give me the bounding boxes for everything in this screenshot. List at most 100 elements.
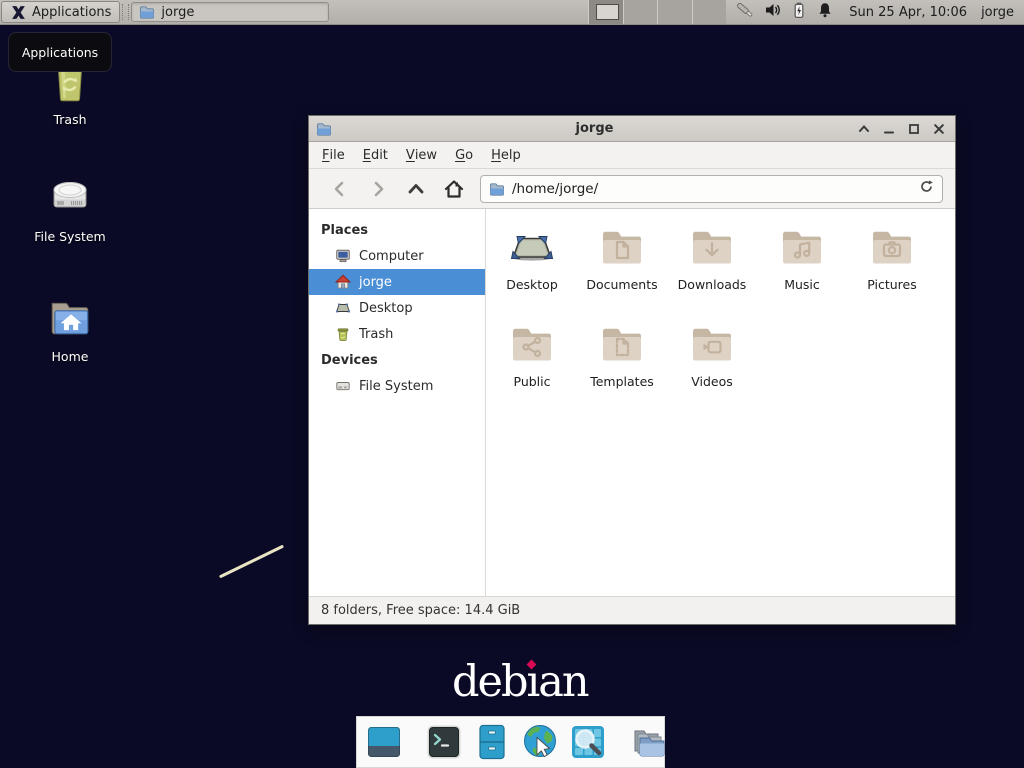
- file-item-documents[interactable]: Documents: [577, 221, 667, 318]
- statusbar: 8 folders, Free space: 14.4 GiB: [309, 596, 955, 624]
- toolbar: /home/jorge/: [309, 169, 955, 209]
- sidebar-item-label: Desktop: [359, 301, 413, 316]
- file-item-pictures[interactable]: Pictures: [847, 221, 937, 318]
- desktop[interactable]: Trash File System: [0, 0, 1024, 768]
- applications-menu-label: Applications: [32, 5, 111, 20]
- sidebar-item-label: Computer: [359, 249, 424, 264]
- file-item-templates[interactable]: Templates: [577, 318, 667, 415]
- app-finder-icon: [568, 722, 608, 762]
- folder-icon: [139, 4, 155, 20]
- file-item-label: Music: [784, 277, 820, 292]
- sidebar-item-file-system[interactable]: File System: [309, 373, 485, 399]
- home-button[interactable]: [435, 174, 473, 204]
- folder-music-icon: [778, 224, 826, 272]
- file-item-desktop[interactable]: Desktop: [487, 221, 577, 318]
- desktop-icon-label: Home: [52, 349, 89, 364]
- terminal-icon: [424, 722, 464, 762]
- sidebar-item-computer[interactable]: Computer: [309, 243, 485, 269]
- folders-icon: [628, 722, 668, 762]
- battery-charging-icon[interactable]: [791, 1, 807, 23]
- reload-button[interactable]: [919, 179, 934, 198]
- menubar: File Edit View Go Help: [309, 142, 955, 169]
- sidebar-item-label: File System: [359, 379, 433, 394]
- file-cabinet-icon: [472, 722, 512, 762]
- clock[interactable]: Sun 25 Apr, 10:06: [843, 0, 973, 24]
- folder-downloads-icon: [688, 224, 736, 272]
- drive-icon: [335, 378, 351, 394]
- up-button[interactable]: [397, 174, 435, 204]
- home-icon: [335, 274, 351, 290]
- wallpaper-line: [219, 545, 284, 579]
- workspace-4[interactable]: [692, 0, 727, 24]
- file-item-label: Desktop: [506, 277, 558, 292]
- panel-grip[interactable]: [122, 4, 129, 20]
- volume-icon[interactable]: [764, 1, 782, 23]
- file-item-label: Documents: [586, 277, 657, 292]
- desktop-icon-home[interactable]: Home: [15, 294, 125, 364]
- menu-edit[interactable]: Edit: [354, 142, 397, 168]
- desktop-icon: [335, 300, 351, 316]
- titlebar[interactable]: jorge: [309, 116, 955, 142]
- workspace-2[interactable]: [623, 0, 658, 24]
- back-button[interactable]: [321, 174, 359, 204]
- taskbar-window-button[interactable]: jorge: [131, 2, 329, 22]
- folder-videos-icon: [688, 321, 736, 369]
- shade-button[interactable]: [856, 121, 872, 137]
- directory-menu-launcher[interactable]: [628, 722, 668, 762]
- close-button[interactable]: [931, 121, 947, 137]
- workspace-window-preview: [596, 4, 619, 20]
- xorg-x-icon: [10, 4, 27, 21]
- sidebar-item-trash[interactable]: Trash: [309, 321, 485, 347]
- folder-templates-icon: [598, 321, 646, 369]
- forward-button[interactable]: [359, 174, 397, 204]
- sidebar-header-places: Places: [309, 217, 485, 243]
- workspace-3[interactable]: [657, 0, 692, 24]
- file-view[interactable]: Desktop Documents Downloads Music: [486, 209, 955, 596]
- home-folder-icon: [47, 294, 93, 344]
- sidebar-item-label: jorge: [359, 275, 392, 290]
- harddrive-icon: [46, 174, 94, 224]
- sidebar-item-desktop[interactable]: Desktop: [309, 295, 485, 321]
- applications-menu-button[interactable]: Applications: [1, 1, 120, 23]
- desktop-icon-label: Trash: [53, 112, 86, 127]
- workspace-1[interactable]: [588, 0, 623, 24]
- folder-icon: [316, 121, 332, 137]
- folder-pictures-icon: [868, 224, 916, 272]
- sidebar: Places Computer jorge Desktop Trash: [309, 209, 486, 596]
- sidebar-item-jorge[interactable]: jorge: [309, 269, 485, 295]
- stylus-icon[interactable]: [735, 0, 755, 24]
- debian-logo-text: deb: [452, 659, 527, 707]
- desktop-icon-file-system[interactable]: File System: [15, 174, 125, 244]
- debian-logo-text: an: [538, 659, 587, 707]
- menu-go[interactable]: Go: [446, 142, 482, 168]
- web-browser-launcher[interactable]: [520, 722, 560, 762]
- file-item-public[interactable]: Public: [487, 318, 577, 415]
- applications-tooltip: Applications: [8, 32, 112, 72]
- file-manager-launcher[interactable]: [472, 722, 512, 762]
- menu-file[interactable]: File: [313, 142, 354, 168]
- maximize-button[interactable]: [906, 121, 922, 137]
- status-text: 8 folders, Free space: 14.4 GiB: [321, 603, 520, 618]
- menu-view[interactable]: View: [397, 142, 446, 168]
- file-manager-window: jorge File Edit View Go Help: [308, 115, 956, 625]
- window-title: jorge: [339, 121, 850, 136]
- panel-user-button[interactable]: jorge: [973, 0, 1024, 24]
- menu-help[interactable]: Help: [482, 142, 530, 168]
- file-item-downloads[interactable]: Downloads: [667, 221, 757, 318]
- computer-icon: [335, 248, 351, 264]
- file-item-videos[interactable]: Videos: [667, 318, 757, 415]
- file-item-music[interactable]: Music: [757, 221, 847, 318]
- debian-logo: debıan: [452, 659, 582, 707]
- file-item-label: Templates: [590, 374, 654, 389]
- application-finder-launcher[interactable]: [568, 722, 608, 762]
- path-text[interactable]: /home/jorge/: [512, 181, 912, 197]
- trash-icon: [335, 326, 351, 342]
- file-item-label: Videos: [691, 374, 733, 389]
- notifications-bell-icon[interactable]: [816, 1, 834, 23]
- terminal-launcher[interactable]: [424, 722, 464, 762]
- desktop-icon: [508, 224, 556, 272]
- path-bar[interactable]: /home/jorge/: [480, 175, 943, 203]
- show-desktop-launcher[interactable]: [364, 722, 404, 762]
- minimize-button[interactable]: [881, 121, 897, 137]
- folder-documents-icon: [598, 224, 646, 272]
